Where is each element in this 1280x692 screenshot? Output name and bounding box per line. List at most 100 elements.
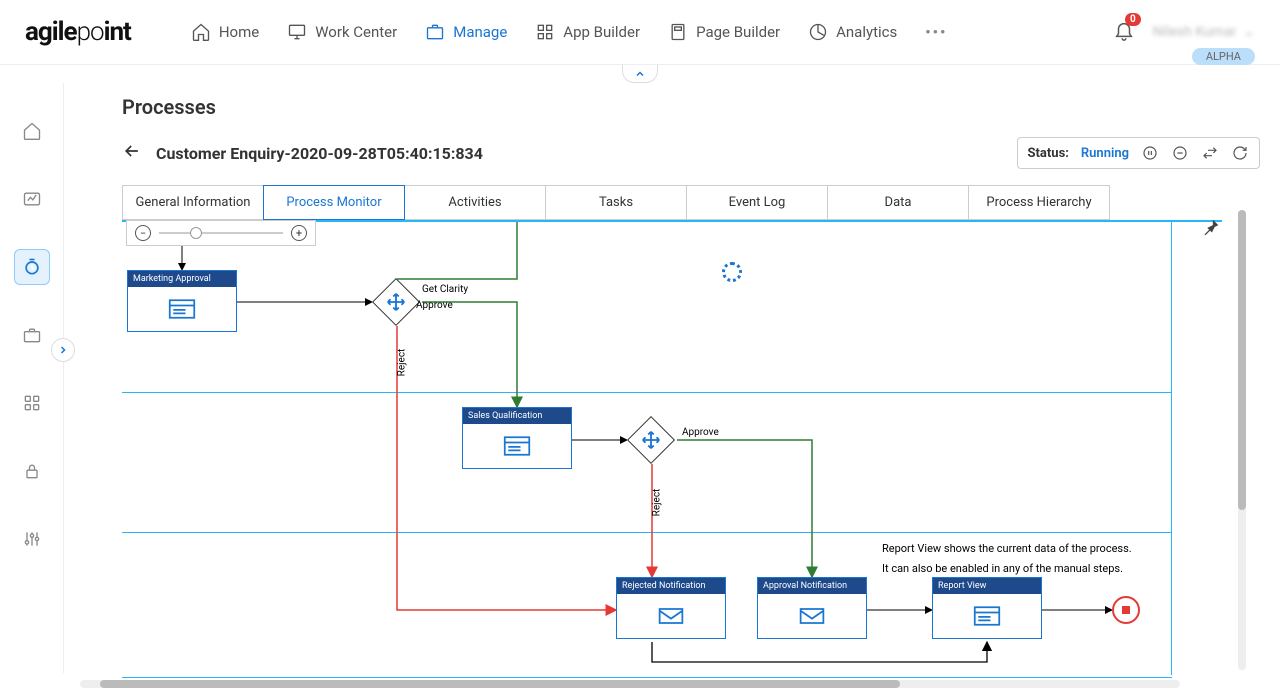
zoom-slider[interactable] xyxy=(159,232,283,234)
zoom-in-button[interactable]: + xyxy=(291,225,307,241)
tab-monitor[interactable]: Process Monitor xyxy=(263,185,405,220)
notification-count: 0 xyxy=(1125,13,1141,26)
lock-icon xyxy=(22,461,42,481)
edge-reject-2: Reject xyxy=(651,489,662,517)
nav-page-builder[interactable]: Page Builder xyxy=(668,22,780,42)
vertical-scrollbar[interactable] xyxy=(1238,210,1246,670)
stop-button[interactable] xyxy=(1171,144,1189,162)
end-event[interactable] xyxy=(1112,596,1140,624)
node-report-view[interactable]: Report View xyxy=(932,577,1042,639)
sidebar-home[interactable] xyxy=(14,113,50,149)
monitor-icon xyxy=(287,22,307,42)
gateway-1[interactable] xyxy=(372,278,420,326)
nav-home[interactable]: Home xyxy=(191,22,259,42)
notifications-button[interactable]: 0 xyxy=(1113,19,1135,45)
edge-reject-1: Reject xyxy=(396,349,407,377)
chevron-down-icon: ⌄ xyxy=(1240,24,1255,40)
nav-work-center-label: Work Center xyxy=(315,23,397,41)
tab-tasks[interactable]: Tasks xyxy=(545,185,687,220)
sidebar-settings[interactable] xyxy=(14,521,50,557)
tab-event-log[interactable]: Event Log xyxy=(686,185,828,220)
collapse-topbar[interactable] xyxy=(622,65,658,83)
node-rejected-notification[interactable]: Rejected Notification xyxy=(616,577,726,639)
zoom-control[interactable]: − + xyxy=(126,220,316,246)
nav-app-builder-label: App Builder xyxy=(563,23,640,41)
nav-analytics[interactable]: Analytics xyxy=(808,22,897,42)
alpha-badge: ALPHA xyxy=(1192,48,1255,65)
tab-hierarchy[interactable]: Process Hierarchy xyxy=(968,185,1110,220)
info-line-2: It can also be enabled in any of the man… xyxy=(882,562,1123,575)
node-sales-qualification[interactable]: Sales Qualification xyxy=(462,407,572,469)
status-label: Status: xyxy=(1028,146,1069,161)
status-value: Running xyxy=(1081,146,1129,161)
grid-icon xyxy=(535,22,555,42)
node-approval-notification[interactable]: Approval Notification xyxy=(757,577,867,639)
horizontal-scrollbar[interactable] xyxy=(80,680,1180,688)
status-box: Status: Running xyxy=(1017,137,1260,169)
sidebar-security[interactable] xyxy=(14,453,50,489)
nav-page-builder-label: Page Builder xyxy=(696,23,780,41)
node-label: Marketing Approval xyxy=(128,271,236,287)
home-icon xyxy=(191,22,211,42)
pin-icon xyxy=(1200,220,1222,238)
pin-button[interactable] xyxy=(1200,220,1222,242)
sidebar-expand[interactable] xyxy=(51,338,75,362)
nav-manage[interactable]: Manage xyxy=(425,22,507,42)
node-marketing-approval[interactable]: Marketing Approval xyxy=(127,270,237,332)
home-icon xyxy=(22,121,42,141)
swap-button[interactable] xyxy=(1201,144,1219,162)
mail-icon xyxy=(798,605,826,627)
nav-more[interactable]: ••• xyxy=(925,23,947,41)
sidebar-analytics[interactable] xyxy=(14,181,50,217)
chart-icon xyxy=(22,189,42,209)
pause-icon xyxy=(1142,145,1158,161)
page-icon xyxy=(668,22,688,42)
edge-approve-1: Approve xyxy=(416,300,453,311)
gateway-2[interactable] xyxy=(627,416,675,464)
sidebar-work[interactable] xyxy=(14,317,50,353)
edge-get-clarity: Get Clarity xyxy=(422,284,468,295)
node-label: Approval Notification xyxy=(758,578,866,594)
process-name: Customer Enquiry-2020-09-28T05:40:15:834 xyxy=(156,144,1017,163)
back-button[interactable] xyxy=(122,141,142,165)
tab-data[interactable]: Data xyxy=(827,185,969,220)
sidebar-processes[interactable] xyxy=(14,249,50,285)
briefcase-icon xyxy=(22,325,42,345)
arrow-left-icon xyxy=(122,141,142,161)
briefcase-icon xyxy=(425,22,445,42)
user-menu[interactable]: Nilesh Kumar ⌄ xyxy=(1153,24,1255,40)
apps-icon xyxy=(22,393,42,413)
nav-analytics-label: Analytics xyxy=(836,23,897,41)
edge-approve-2: Approve xyxy=(682,427,719,438)
mail-icon xyxy=(657,605,685,627)
chevron-up-icon xyxy=(634,68,646,80)
logo[interactable]: agilepoint xyxy=(25,17,131,47)
info-line-1: Report View shows the current data of th… xyxy=(882,542,1132,555)
node-label: Rejected Notification xyxy=(617,578,725,594)
clock-icon xyxy=(22,257,42,277)
refresh-button[interactable] xyxy=(1231,144,1249,162)
sliders-icon xyxy=(22,529,42,549)
move-icon xyxy=(640,429,662,451)
node-label: Sales Qualification xyxy=(463,408,571,424)
nav-app-builder[interactable]: App Builder xyxy=(535,22,640,42)
node-label: Report View xyxy=(933,578,1041,594)
sidebar-apps[interactable] xyxy=(14,385,50,421)
move-icon xyxy=(385,291,407,313)
tab-activities[interactable]: Activities xyxy=(404,185,546,220)
nav-home-label: Home xyxy=(219,23,259,41)
tab-general[interactable]: General Information xyxy=(122,185,264,220)
minus-circle-icon xyxy=(1172,145,1188,161)
process-canvas[interactable]: Marketing Approval Get Clarity Approve R… xyxy=(122,220,1222,690)
nav-manage-label: Manage xyxy=(453,23,507,41)
swap-icon xyxy=(1202,145,1218,161)
page-title: Processes xyxy=(122,95,1260,119)
nav-work-center[interactable]: Work Center xyxy=(287,22,397,42)
pie-icon xyxy=(808,22,828,42)
form-icon xyxy=(973,605,1001,627)
loading-spinner xyxy=(722,262,742,282)
form-icon xyxy=(168,298,196,320)
zoom-out-button[interactable]: − xyxy=(135,225,151,241)
chevron-right-icon xyxy=(57,344,69,356)
pause-button[interactable] xyxy=(1141,144,1159,162)
